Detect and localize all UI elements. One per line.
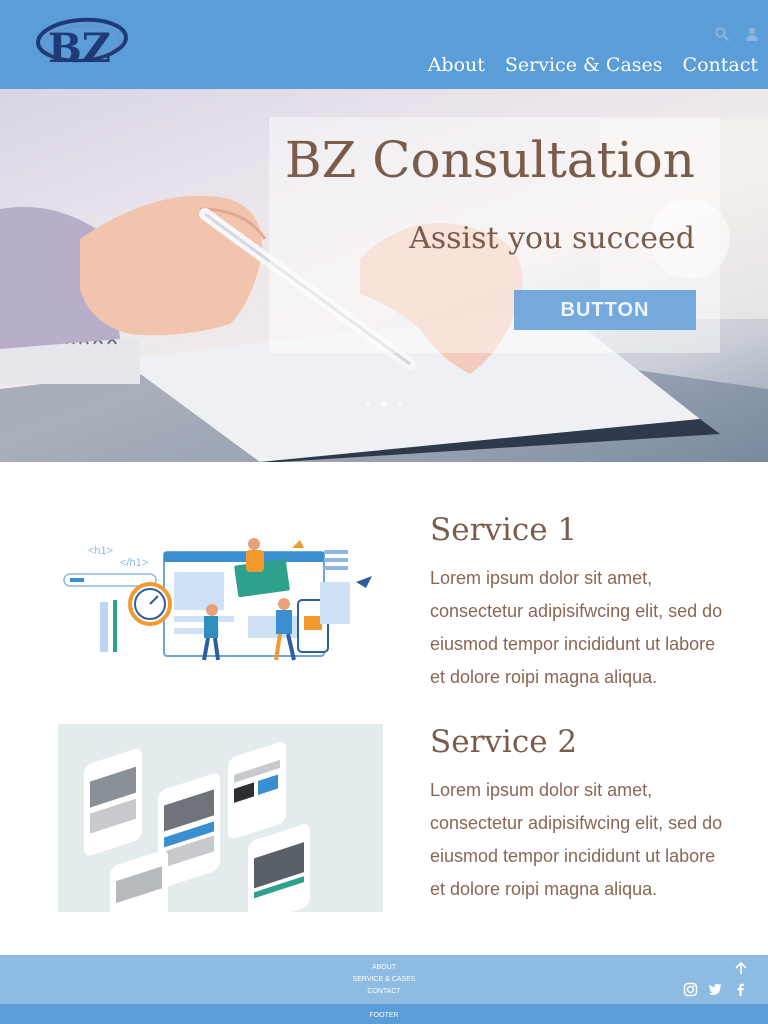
user-icon[interactable] xyxy=(744,26,760,42)
service-2-title: Service 2 xyxy=(430,724,578,760)
main-nav: About Service & Cases Contact xyxy=(428,54,758,76)
service-2-image xyxy=(58,724,383,949)
svg-text:</h1>: </h1> xyxy=(120,557,148,569)
svg-text:<h1>: <h1> xyxy=(88,545,113,557)
hero-text-panel: BZ Consultation Assist you succeed BUTTO… xyxy=(269,117,720,353)
nav-about[interactable]: About xyxy=(428,54,485,76)
carousel-dot[interactable] xyxy=(381,401,387,407)
twitter-icon[interactable] xyxy=(708,982,723,997)
social-links xyxy=(683,982,748,997)
footer-bottom-bar: FOOTER xyxy=(0,1004,768,1024)
site-header: BZ About Service & Cases Contact xyxy=(0,0,768,89)
service-1-text: Lorem ipsum dolor sit amet, consectetur … xyxy=(430,568,723,687)
site-footer: ABOUT SERVICE & CASES CONTACT xyxy=(0,955,768,1004)
hero-title: BZ Consultation xyxy=(284,131,695,189)
arrow-up-icon[interactable] xyxy=(734,961,748,975)
carousel-dot[interactable] xyxy=(397,401,403,407)
bz-logo[interactable]: BZ xyxy=(30,8,130,80)
nav-service-cases[interactable]: Service & Cases xyxy=(505,54,663,76)
service-1-illustration: <h1> </h1> xyxy=(58,532,383,664)
service-1-title: Service 1 xyxy=(430,512,578,548)
footer-link-service-cases[interactable]: SERVICE & CASES xyxy=(0,974,768,986)
facebook-icon[interactable] xyxy=(733,982,748,997)
footer-link-about[interactable]: ABOUT xyxy=(0,962,768,974)
nav-contact[interactable]: Contact xyxy=(683,54,758,76)
footer-label: FOOTER xyxy=(369,1012,399,1019)
search-icon[interactable] xyxy=(714,26,730,42)
instagram-icon[interactable] xyxy=(683,982,698,997)
service-2-text: Lorem ipsum dolor sit amet, consectetur … xyxy=(430,780,723,899)
carousel-dot[interactable] xyxy=(365,401,371,407)
footer-links: ABOUT SERVICE & CASES CONTACT xyxy=(0,962,768,998)
hero-banner: BZ Consultation Assist you succeed BUTTO… xyxy=(0,89,768,462)
utility-icons xyxy=(714,26,760,42)
hero-cta-button[interactable]: BUTTON xyxy=(514,290,696,330)
svg-text:BZ: BZ xyxy=(48,25,111,72)
carousel-dots xyxy=(0,401,768,407)
hero-subtitle: Assist you succeed xyxy=(409,221,695,256)
footer-link-contact[interactable]: CONTACT xyxy=(0,986,768,998)
